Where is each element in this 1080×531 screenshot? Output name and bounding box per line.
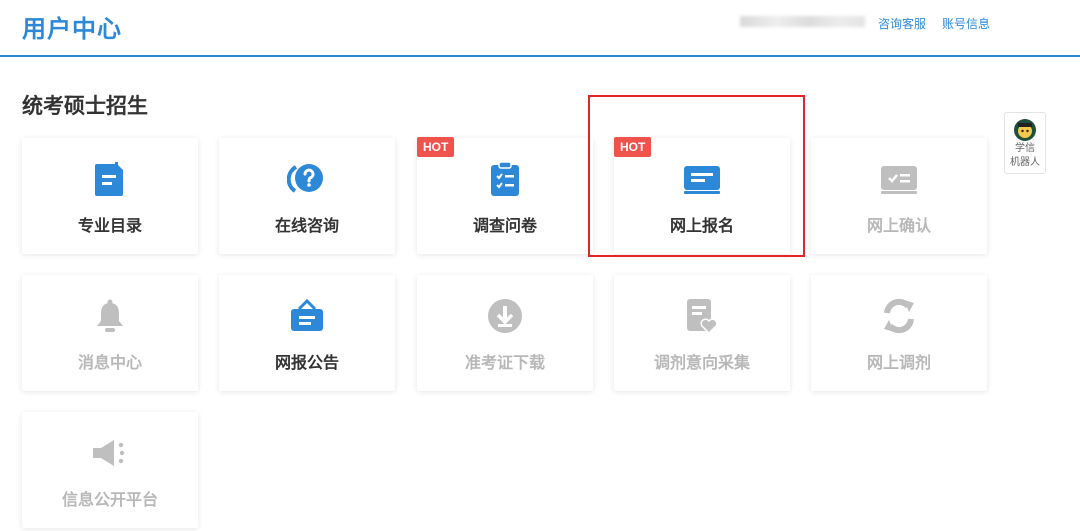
download-circle-icon [417, 299, 593, 333]
card-adjustment-intent[interactable]: 调剂意向采集 [614, 275, 790, 391]
card-survey[interactable]: HOT 调查问卷 [417, 137, 593, 254]
card-label: 信息公开平台 [61, 490, 158, 509]
card-label: 专业目录 [77, 216, 142, 235]
confirm-card-icon [811, 162, 987, 196]
hot-badge: HOT [614, 137, 652, 157]
card-label: 准考证下载 [464, 353, 545, 372]
card-label: 网上报名 [669, 216, 734, 235]
clipboard-checklist-icon [417, 162, 593, 196]
card-label: 调剂意向采集 [653, 353, 750, 372]
hot-badge: HOT [417, 137, 455, 157]
card-info-disclosure-platform[interactable]: 信息公开平台 [22, 412, 198, 528]
bell-icon [22, 299, 198, 333]
consult-service-link[interactable]: 咨询客服 [878, 15, 926, 32]
card-announcement[interactable]: 网报公告 [219, 275, 395, 391]
megaphone-icon [22, 436, 198, 470]
card-major-catalog[interactable]: 专业目录 [22, 138, 198, 254]
card-online-adjustment[interactable]: 网上调剂 [811, 275, 987, 391]
card-label: 消息中心 [77, 353, 142, 372]
card-label: 网上确认 [866, 216, 931, 235]
chatbot-robot-button[interactable]: 学信 机器人 [1004, 112, 1046, 174]
refresh-cycle-icon [811, 298, 987, 334]
card-label: 网报公告 [274, 353, 339, 372]
card-online-registration[interactable]: HOT 网上报名 [614, 137, 790, 254]
card-online-confirm[interactable]: 网上确认 [811, 138, 987, 254]
robot-label-line2: 机器人 [1010, 157, 1040, 168]
announcement-box-icon [219, 299, 395, 333]
document-heart-icon [614, 299, 790, 334]
card-admission-ticket-download[interactable]: 准考证下载 [417, 275, 593, 391]
blurred-username [740, 16, 865, 27]
robot-avatar-icon [1014, 119, 1036, 141]
card-label: 在线咨询 [274, 216, 339, 235]
question-chat-icon [219, 162, 395, 196]
section-title: 统考硕士招生 [22, 94, 148, 118]
card-message-center[interactable]: 消息中心 [22, 275, 198, 391]
header-bar: 用户中心 咨询客服 账号信息 [0, 0, 1080, 57]
registration-card-icon [614, 162, 790, 196]
card-label: 调查问卷 [472, 216, 537, 235]
account-info-link[interactable]: 账号信息 [942, 15, 990, 32]
catalog-document-icon [22, 162, 198, 196]
card-label: 网上调剂 [866, 353, 931, 372]
robot-label-line1: 学信 [1015, 143, 1035, 154]
card-online-consult[interactable]: 在线咨询 [219, 138, 395, 254]
page-title: 用户中心 [22, 15, 122, 43]
